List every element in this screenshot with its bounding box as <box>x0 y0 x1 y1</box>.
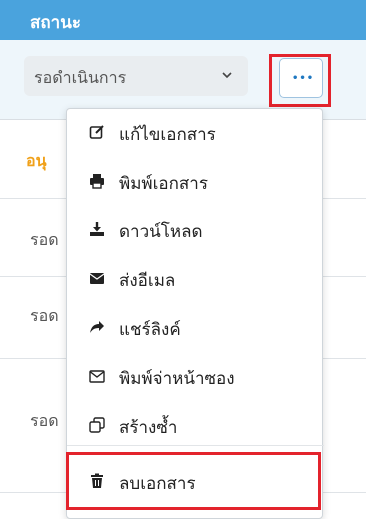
chevron-down-icon <box>222 72 232 79</box>
row-status-label: รอด <box>30 411 59 430</box>
menu-item-label: แชร์ลิงค์ <box>119 320 181 340</box>
status-filter-select[interactable]: รอดำเนินการ <box>24 56 248 96</box>
menu-item-download[interactable]: ดาวน์โหลด <box>67 208 324 252</box>
envelope-outline-icon <box>89 370 105 383</box>
menu-item-label: แก้ไขเอกสาร <box>119 125 216 145</box>
menu-item-print-envelope[interactable]: พิมพ์จ่าหน้าซอง <box>67 355 324 399</box>
status-badge: อนุ <box>26 151 47 170</box>
menu-item-share-link[interactable]: แชร์ลิงค์ <box>67 306 324 350</box>
menu-item-edit-document[interactable]: แก้ไขเอกสาร <box>67 111 324 155</box>
status-column-header: สถานะ <box>0 0 366 40</box>
menu-item-duplicate[interactable]: สร้างซ้ำ <box>67 404 324 448</box>
menu-item-label: ดาวน์โหลด <box>119 222 203 242</box>
menu-divider <box>67 445 324 446</box>
download-icon <box>90 222 104 236</box>
envelope-filled-icon <box>89 273 105 284</box>
menu-item-label: พิมพ์เอกสาร <box>119 174 208 194</box>
row-status-label: รอด <box>30 230 59 249</box>
menu-item-print-document[interactable]: พิมพ์เอกสาร <box>67 160 324 204</box>
share-icon <box>90 321 104 333</box>
menu-item-label: สร้างซ้ำ <box>119 418 178 438</box>
highlight-delete-item <box>66 452 321 510</box>
row-status-label: รอด <box>30 306 59 325</box>
status-select-value: รอดำเนินการ <box>34 68 127 87</box>
menu-item-send-email[interactable]: ส่งอีเมล <box>67 257 324 301</box>
menu-item-label: ส่งอีเมล <box>119 271 176 291</box>
menu-item-label: พิมพ์จ่าหน้าซอง <box>119 369 235 389</box>
status-header-title: สถานะ <box>30 13 81 33</box>
copy-icon <box>89 417 105 433</box>
edit-icon <box>89 125 104 139</box>
highlight-more-button <box>269 54 331 107</box>
print-icon <box>90 174 104 189</box>
